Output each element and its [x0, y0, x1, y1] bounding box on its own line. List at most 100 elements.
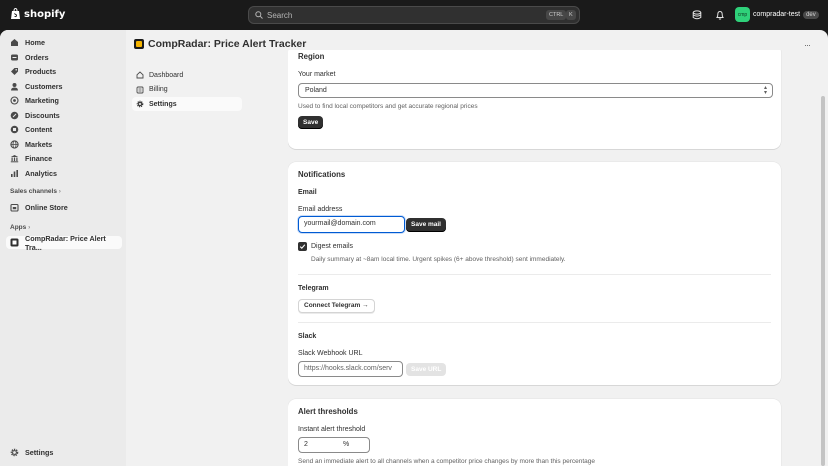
sidebar-item-label: Marketing — [25, 96, 59, 105]
apps-heading[interactable]: Apps › — [10, 224, 30, 231]
email-input[interactable]: yourmail@domain.com — [298, 216, 405, 233]
market-select[interactable]: Poland ▴ ▾ — [298, 83, 773, 98]
sidebar-item-label: Orders — [25, 52, 49, 62]
subnav-label: Billing — [149, 86, 168, 93]
compradar-app-icon — [134, 39, 144, 49]
sidebar-item-label: Home — [25, 38, 45, 47]
store-icon — [10, 203, 19, 212]
percent-suffix: % — [343, 441, 350, 448]
sidebar-item-markets[interactable]: Markets — [6, 138, 52, 151]
page-title: CompRadar: Price Alert Tracker — [148, 38, 307, 50]
sidebar-item-discounts[interactable]: Discounts — [6, 109, 60, 122]
instant-threshold-input[interactable]: 2 % — [298, 437, 370, 453]
subnav-label: Dashboard — [149, 71, 184, 79]
brand-name: shopify — [24, 8, 66, 20]
store-name: compradar-test — [753, 11, 801, 18]
email-heading: Email — [298, 189, 317, 196]
sidebar-item-label: Finance — [25, 154, 53, 163]
chart-icon — [10, 169, 19, 178]
sidebar-item-settings[interactable]: Settings — [6, 446, 53, 459]
orders-icon — [10, 53, 19, 62]
subnav-settings[interactable]: Settings — [132, 97, 242, 111]
sidebar-item-label: Content — [25, 125, 53, 134]
bell-icon[interactable] — [714, 9, 726, 21]
scrollbar-thumb[interactable] — [821, 96, 825, 466]
slack-webhook-input[interactable]: https://hooks.slack.com/serv — [298, 361, 403, 377]
connect-telegram-button[interactable]: Connect Telegram → — [298, 299, 375, 313]
sidebar-item-online-store[interactable]: Online Store — [6, 201, 68, 214]
sidebar-item-analytics[interactable]: Analytics — [6, 167, 57, 180]
app-subnav: Dashboard Billing Settings — [132, 68, 242, 112]
sidebar-item-label: Products — [25, 67, 57, 76]
home-icon — [10, 38, 19, 47]
subnav-dashboard[interactable]: Dashboard — [132, 68, 242, 82]
sidebar-item-content[interactable]: Content — [6, 123, 52, 136]
gear-icon — [136, 100, 144, 108]
subnav-label: Settings — [149, 100, 177, 108]
sidebar-item-label: Online Store — [25, 202, 68, 212]
main-area: CompRadar: Price Alert Tracker ··· Dashb… — [126, 30, 828, 466]
alert-thresholds-card: Alert thresholds Instant alert threshold… — [288, 399, 781, 466]
sidebar-item-orders[interactable]: Orders — [6, 51, 49, 64]
sidebar-item-products[interactable]: Products — [6, 65, 56, 78]
content-icon — [10, 125, 19, 134]
market-hint: Used to find local competitors and get a… — [298, 103, 478, 110]
market-label: Your market — [298, 71, 336, 78]
more-actions-icon[interactable]: ··· — [804, 40, 811, 50]
divider — [298, 322, 771, 323]
digest-hint: Daily summary at ~8am local time. Urgent… — [311, 256, 566, 263]
select-chevron-icon: ▴ ▾ — [763, 85, 767, 96]
search-icon — [255, 11, 263, 19]
chevron-right-icon: › — [28, 224, 31, 231]
shopify-logo[interactable]: shopify — [10, 8, 65, 20]
search-bar[interactable]: Search CTRL K — [248, 6, 580, 24]
check-icon — [299, 244, 306, 250]
sidebar-item-compradar[interactable]: CompRadar: Price Alert Tra... — [6, 233, 122, 252]
database-icon[interactable] — [691, 9, 703, 21]
top-bar: shopify Search CTRL K cmp compradar-test… — [0, 0, 828, 30]
sales-channels-heading[interactable]: Sales channels › — [10, 188, 61, 195]
region-title: Region — [298, 52, 325, 61]
digest-label: Digest emails — [311, 243, 354, 250]
subnav-billing[interactable]: Billing — [132, 83, 242, 97]
discount-icon — [10, 111, 19, 120]
save-mail-button[interactable]: Save mail — [406, 218, 446, 232]
region-card: Region Your market Poland ▴ ▾ Used to fin… — [288, 50, 781, 149]
sidebar: Home Orders Products Customers Marketing… — [0, 30, 126, 466]
app-title-bar: CompRadar: Price Alert Tracker — [134, 38, 306, 50]
sidebar-item-home[interactable]: Home — [6, 36, 45, 49]
bank-icon — [10, 154, 19, 163]
sidebar-item-label: CompRadar: Price Alert Tra... — [25, 233, 106, 252]
sidebar-item-label: Customers — [25, 81, 63, 91]
page-scrollbar[interactable] — [820, 62, 826, 466]
market-value: Poland — [305, 87, 327, 94]
slack-webhook-label: Slack Webhook URL — [298, 350, 363, 357]
shortcut-k: K — [566, 10, 576, 20]
store-menu[interactable]: cmp compradar-test dev — [735, 7, 819, 22]
globe-icon — [10, 139, 19, 149]
digest-checkbox[interactable] — [298, 242, 307, 251]
region-save-button[interactable]: Save — [298, 116, 324, 129]
person-icon — [10, 82, 19, 91]
dev-badge: dev — [803, 10, 819, 19]
save-url-button[interactable]: Save URL — [406, 363, 447, 376]
instant-threshold-hint: Send an immediate alert to all channels … — [298, 458, 596, 465]
sidebar-item-label: Discounts — [25, 110, 60, 120]
telegram-heading: Telegram — [298, 285, 329, 292]
instant-threshold-label: Instant alert threshold — [298, 426, 366, 433]
target-icon — [10, 96, 19, 105]
sidebar-item-label: Analytics — [25, 168, 57, 178]
sidebar-item-customers[interactable]: Customers — [6, 80, 63, 93]
sidebar-item-label: Settings — [25, 448, 54, 457]
notifications-title: Notifications — [298, 170, 346, 179]
settings-content: Region Your market Poland ▴ ▾ Used to fin… — [288, 50, 788, 466]
billing-icon — [136, 86, 144, 94]
sidebar-item-marketing[interactable]: Marketing — [6, 94, 59, 107]
home-icon — [136, 71, 144, 79]
search-placeholder: Search — [267, 10, 293, 20]
chevron-right-icon: › — [58, 188, 61, 195]
sidebar-item-finance[interactable]: Finance — [6, 152, 52, 165]
notifications-card: Notifications Email Email address yourma… — [288, 162, 781, 385]
app-icon — [10, 238, 19, 247]
sales-channels-label: Sales channels — [10, 188, 57, 195]
